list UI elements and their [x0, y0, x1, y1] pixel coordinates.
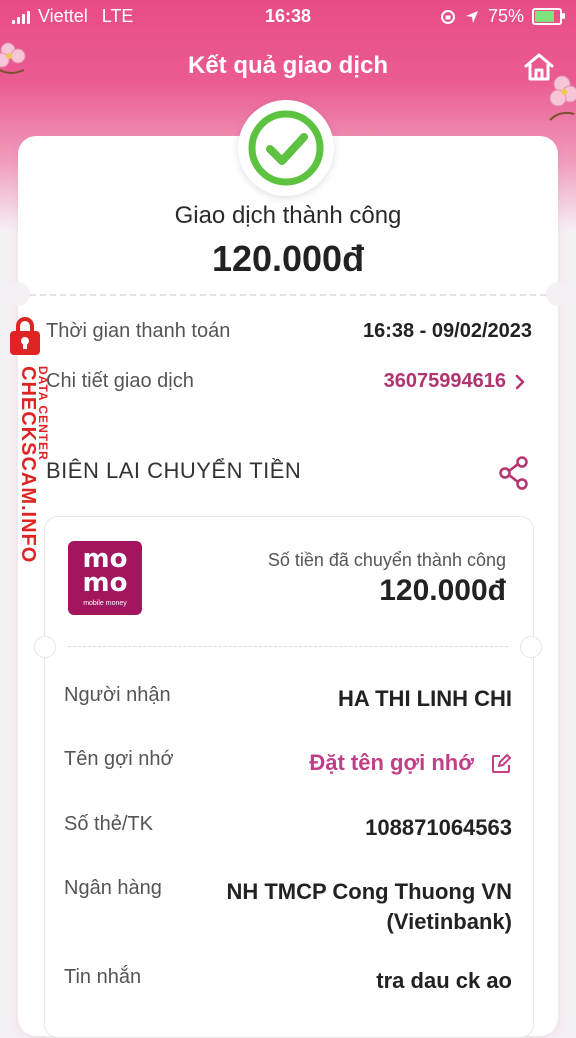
receipt-notch-right [520, 636, 542, 658]
status-bar: Viettel LTE 16:38 75% [0, 0, 576, 34]
message-value: tra dau ck ao [376, 968, 512, 993]
receipt-notch-left [34, 636, 56, 658]
momo-logo-line2: mo [82, 568, 128, 598]
transferred-label: Số tiền đã chuyển thành công [267, 550, 506, 570]
location-icon [465, 10, 478, 23]
receipt-divider [68, 646, 508, 647]
card-divider [30, 294, 546, 296]
momo-logo: mo mo mobile money [68, 541, 142, 615]
bank-value: NH TMCP Cong Thuong VN (Vietinbank) [226, 879, 512, 934]
share-icon[interactable] [498, 456, 530, 490]
transferred-amount: 120.000đ [379, 574, 506, 607]
card-notch-left [6, 282, 30, 306]
set-nickname-link[interactable]: Đặt tên gợi nhớ [309, 748, 512, 778]
payment-time-value: 16:38 - 09/02/2023 [362, 320, 532, 342]
check-circle-icon [248, 110, 324, 186]
recipient-label: Người nhận [64, 684, 171, 706]
checkscam-watermark: CHECKSCAM.INFO DATA CENTER [2, 308, 62, 598]
transaction-detail-row[interactable]: Chi tiết giao dịch 36075994616 [46, 366, 532, 396]
payment-time-row: Thời gian thanh toán 16:38 - 09/02/2023 [46, 316, 532, 346]
watermark-sub-text: DATA CENTER [36, 366, 50, 461]
battery-percent: 75% [487, 6, 524, 26]
transaction-detail-label: Chi tiết giao dịch [46, 370, 194, 392]
nickname-label: Tên gợi nhớ [64, 748, 174, 770]
page-title: Kết quả giao dịch [187, 52, 388, 79]
transaction-id-link[interactable]: 36075994616 [384, 370, 506, 393]
recipient-value: HA THI LINH CHI [338, 686, 512, 711]
orientation-lock-icon [440, 9, 455, 24]
home-icon[interactable] [522, 50, 556, 84]
payment-time-label: Thời gian thanh toán [46, 320, 231, 342]
message-label: Tin nhắn [64, 966, 142, 988]
transaction-status: Giao dịch thành công [174, 202, 402, 229]
success-badge [238, 100, 334, 196]
account-number-label: Số thẻ/TK [64, 813, 153, 835]
card-notch-right [546, 282, 570, 306]
receipt-section-title: BIÊN LAI CHUYỂN TIỀN [46, 458, 302, 483]
bank-label: Ngân hàng [64, 877, 162, 899]
momo-logo-subtitle: mobile money [83, 600, 127, 607]
edit-icon[interactable] [490, 753, 512, 775]
title-bar: Kết quả giao dịch [0, 44, 576, 88]
transaction-amount: 120.000đ [211, 238, 365, 279]
lock-icon [10, 317, 40, 355]
set-nickname-text[interactable]: Đặt tên gợi nhớ [309, 750, 474, 775]
chevron-right-icon[interactable] [514, 374, 526, 390]
battery-icon [532, 8, 565, 25]
account-number-value: 108871064563 [365, 815, 512, 840]
